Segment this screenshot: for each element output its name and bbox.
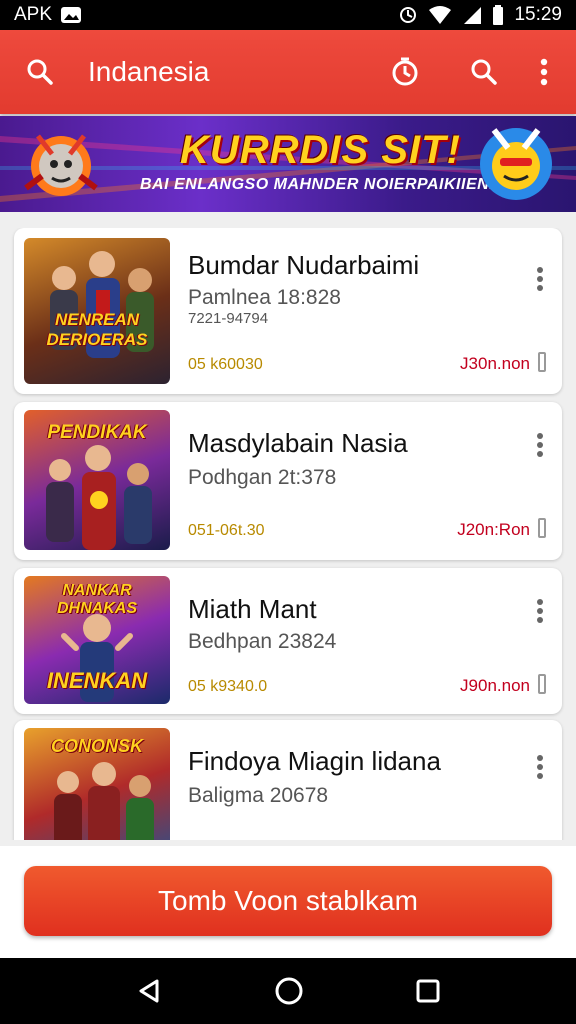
promo-banner[interactable]: KURRDIS SIT! BAI ENLANGSO MAHNDER NOIERP… <box>0 116 576 212</box>
item-thumbnail-text: NANKAR DHNAKAS <box>57 582 137 617</box>
item-thumbnail: PENDIKAK <box>24 410 170 550</box>
home-icon[interactable] <box>274 976 304 1006</box>
battery-icon <box>492 5 504 25</box>
banner-subtitle: BAI ENLANGSO MAHNDER NOIERPAIKIIENI <box>140 176 495 193</box>
item-date: 051-06t.30 <box>188 522 265 539</box>
gallery-icon <box>60 6 82 24</box>
signal-icon <box>462 5 482 25</box>
app-bar: Indanesia <box>0 30 576 114</box>
item-title: Bumdar Nudarbaimi <box>188 250 420 280</box>
item-status-icon <box>538 352 546 372</box>
item-thumbnail: NANKAR DHNAKAS INENKAN <box>24 576 170 704</box>
item-status-icon <box>538 518 546 538</box>
item-subtitle: Baligma 20678 <box>188 784 329 807</box>
sync-icon <box>398 5 418 25</box>
list-item[interactable]: PENDIKAK Masdylabain Nasia Podhgan 2t:37… <box>14 402 562 560</box>
item-title: Miath Mant <box>188 594 317 624</box>
item-price: J20n:Ron <box>457 520 530 539</box>
item-price: J30n.non <box>460 354 530 373</box>
mascot-right-icon <box>474 122 558 206</box>
banner-title: KURRDIS SIT! <box>180 128 461 172</box>
item-thumbnail: NENREAN DERIOERAS <box>24 238 170 384</box>
list-item[interactable]: NANKAR DHNAKAS INENKAN Miath Mant Bedhpa… <box>14 568 562 714</box>
status-bar: APK 15:29 <box>0 0 576 30</box>
item-more-icon[interactable] <box>536 598 544 624</box>
system-nav-bar <box>0 958 576 1024</box>
more-vert-icon[interactable] <box>540 58 548 86</box>
item-date: 05 k9340.0 <box>188 678 268 695</box>
search-icon-secondary[interactable] <box>470 58 498 86</box>
item-date: 05 k60030 <box>188 356 263 373</box>
item-thumbnail-text: CONONSK <box>50 736 143 756</box>
item-status-icon <box>538 674 546 694</box>
item-thumbnail: CONONSK <box>24 728 170 840</box>
item-list: NENREAN DERIOERAS Bumdar Nudarbaimi Paml… <box>0 228 576 840</box>
primary-action-button[interactable]: Tomb Voon stablkam <box>24 866 552 936</box>
item-title: Masdylabain Nasia <box>188 428 408 458</box>
app-title: Indanesia <box>88 56 210 87</box>
list-item[interactable]: NENREAN DERIOERAS Bumdar Nudarbaimi Paml… <box>14 228 562 394</box>
item-more-icon[interactable] <box>536 754 544 780</box>
list-item[interactable]: CONONSK Findoya Miagin lidana Baligma 20… <box>14 720 562 840</box>
bottom-action-area: Tomb Voon stablkam <box>0 846 576 958</box>
item-more-icon[interactable] <box>536 266 544 292</box>
recents-icon[interactable] <box>415 978 441 1004</box>
item-price: J90n.non <box>460 676 530 695</box>
item-subtitle: Bedhpan 23824 <box>188 630 337 653</box>
status-left-text: APK <box>14 4 53 25</box>
wifi-icon <box>428 5 452 25</box>
item-title: Findoya Miagin lidana <box>188 746 441 776</box>
item-thumbnail-text-secondary: INENKAN <box>46 668 148 693</box>
timer-icon[interactable] <box>390 57 420 87</box>
item-thumbnail-text: NENREAN DERIOERAS <box>46 310 148 349</box>
item-more-icon[interactable] <box>536 432 544 458</box>
item-thumbnail-text: PENDIKAK <box>47 422 147 443</box>
back-icon[interactable] <box>135 977 163 1005</box>
item-subtitle-secondary: 7221-94794 <box>188 310 269 327</box>
mascot-left-icon <box>20 126 102 206</box>
status-time: 15:29 <box>514 4 562 25</box>
item-subtitle: Pamlnea 18:828 <box>188 286 341 309</box>
search-icon[interactable] <box>26 58 54 86</box>
item-subtitle: Podhgan 2t:378 <box>188 466 337 489</box>
